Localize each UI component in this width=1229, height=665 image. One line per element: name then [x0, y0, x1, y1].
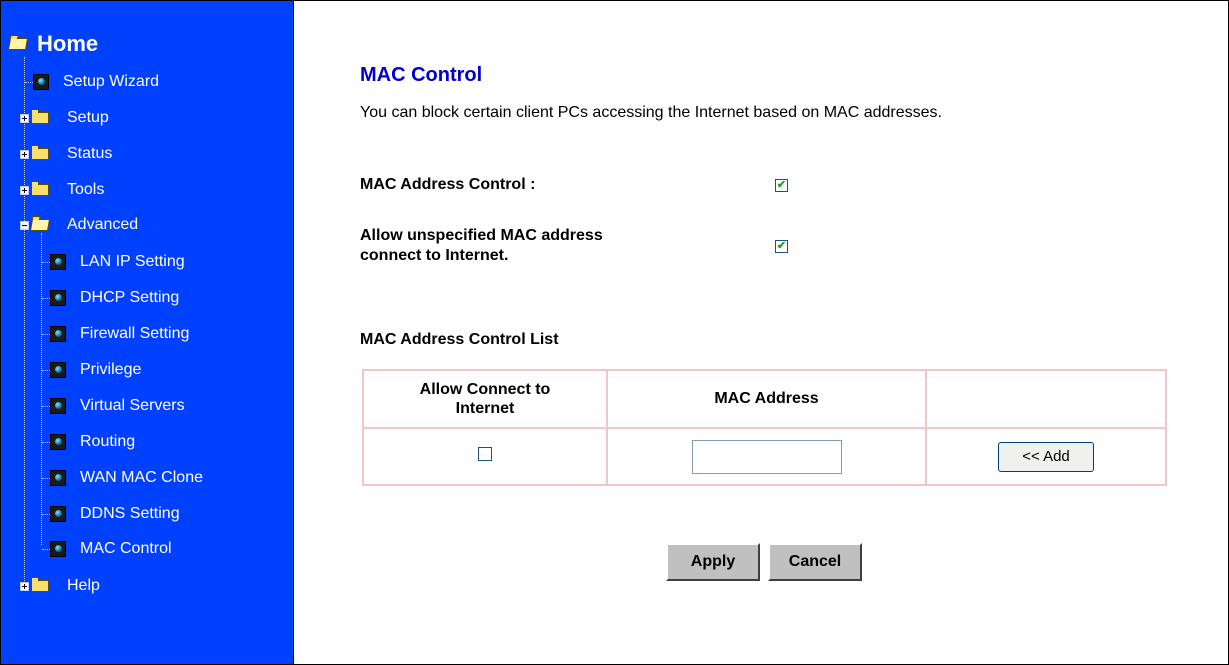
sidebar-item-mac-control[interactable]: MAC Control	[42, 538, 172, 560]
page-icon	[50, 506, 66, 522]
mac-control-table: Allow Connect to Internet MAC Address <<…	[362, 369, 1167, 486]
sidebar-item-firewall-setting[interactable]: Firewall Setting	[42, 323, 189, 345]
apply-button[interactable]: Apply	[666, 543, 760, 581]
sidebar-item-label: DHCP Setting	[80, 289, 180, 306]
sidebar-item-routing[interactable]: Routing	[42, 431, 135, 453]
header-allow-connect: Allow Connect to Internet	[362, 369, 608, 429]
header-action	[925, 369, 1167, 429]
mac-cell	[606, 427, 927, 486]
expand-plus-icon[interactable]	[20, 113, 29, 123]
checkmark-icon: ✔	[776, 240, 787, 252]
page-icon	[50, 541, 66, 557]
table-header-row: Allow Connect to Internet MAC Address	[362, 369, 1167, 429]
mac-address-control-checkbox[interactable]: ✔	[775, 179, 788, 192]
page-title: MAC Control	[360, 64, 483, 86]
collapse-minus-icon[interactable]	[20, 220, 29, 230]
tree-root-home[interactable]: Home	[7, 31, 99, 57]
page-icon	[50, 254, 66, 270]
mac-address-control-label: MAC Address Control :	[360, 176, 536, 193]
allow-unspecified-label-line1: Allow unspecified MAC address	[360, 227, 603, 244]
sidebar-item-label: Tools	[67, 181, 105, 198]
tree-connector	[42, 297, 50, 299]
expand-plus-icon[interactable]	[20, 185, 29, 195]
page-icon	[50, 362, 66, 378]
sidebar-item-lan-ip-setting[interactable]: LAN IP Setting	[42, 251, 185, 273]
tree-connector	[42, 333, 50, 335]
sidebar-item-label: Virtual Servers	[80, 397, 185, 414]
tree-connector	[42, 369, 50, 371]
sidebar-item-ddns-setting[interactable]: DDNS Setting	[42, 503, 180, 525]
header-allow-line2: Internet	[455, 400, 515, 417]
folder-icon	[31, 145, 49, 160]
sidebar-item-label: MAC Control	[80, 540, 172, 557]
root-label: Home	[37, 31, 99, 56]
add-cell: << Add	[925, 427, 1167, 486]
tree-connector	[25, 81, 33, 83]
sidebar-item-label: Firewall Setting	[80, 325, 190, 342]
sidebar-item-label: Advanced	[67, 216, 139, 233]
folder-icon	[31, 181, 49, 196]
allow-cell	[362, 427, 608, 486]
page-icon	[33, 74, 49, 90]
control-list-title: MAC Address Control List	[360, 331, 559, 348]
folder-icon	[31, 577, 49, 592]
tree-connector	[42, 441, 50, 443]
open-folder-icon	[7, 38, 29, 50]
cancel-button[interactable]: Cancel	[768, 543, 862, 581]
sidebar-item-label: Help	[67, 577, 100, 594]
tree-connector	[42, 405, 50, 407]
sidebar-item-dhcp-setting[interactable]: DHCP Setting	[42, 287, 179, 309]
page-icon	[50, 326, 66, 342]
allow-unspecified-label: Allow unspecified MAC address connect to…	[360, 226, 603, 266]
folder-icon	[31, 109, 49, 124]
checkmark-icon: ✔	[776, 179, 787, 191]
tree-line	[24, 57, 25, 589]
tree-connector	[42, 261, 50, 263]
tree-line	[41, 233, 42, 545]
mac-address-input[interactable]	[691, 439, 842, 474]
page-icon	[50, 290, 66, 306]
page-description: You can block certain client PCs accessi…	[360, 104, 942, 121]
sidebar-item-privilege[interactable]: Privilege	[42, 359, 141, 381]
open-folder-icon	[29, 219, 51, 231]
tree-connector	[42, 548, 50, 550]
expand-plus-icon[interactable]	[20, 149, 29, 159]
header-mac-address: MAC Address	[606, 369, 927, 429]
sidebar-item-virtual-servers[interactable]: Virtual Servers	[42, 395, 185, 417]
allow-unspecified-label-line2: connect to Internet.	[360, 247, 509, 264]
sidebar-nav: Home Setup Wizard Setup Status Tools Adv…	[1, 1, 294, 664]
allow-connect-checkbox[interactable]	[478, 447, 492, 461]
page-icon	[50, 398, 66, 414]
expand-plus-icon[interactable]	[20, 581, 29, 591]
sidebar-item-status[interactable]: Status	[20, 143, 112, 165]
page-icon	[50, 470, 66, 486]
sidebar-item-label: Privilege	[80, 361, 142, 378]
sidebar-item-wan-mac-clone[interactable]: WAN MAC Clone	[42, 467, 203, 489]
sidebar-item-label: Routing	[80, 433, 136, 450]
allow-unspecified-checkbox[interactable]: ✔	[775, 240, 788, 253]
sidebar-item-label: Status	[67, 145, 113, 162]
sidebar-item-advanced[interactable]: Advanced	[20, 214, 138, 236]
table-row: << Add	[362, 427, 1167, 486]
page-icon	[50, 434, 66, 450]
tree-connector	[42, 477, 50, 479]
sidebar-item-label: LAN IP Setting	[80, 253, 185, 270]
sidebar-item-label: WAN MAC Clone	[80, 469, 203, 486]
sidebar-item-tools[interactable]: Tools	[20, 179, 104, 201]
tree-connector	[42, 513, 50, 515]
sidebar-item-label: Setup Wizard	[63, 73, 160, 90]
sidebar-item-setup-wizard[interactable]: Setup Wizard	[25, 71, 159, 93]
sidebar-item-help[interactable]: Help	[20, 575, 100, 597]
add-button[interactable]: << Add	[998, 441, 1094, 472]
sidebar-item-label: Setup	[67, 109, 109, 126]
sidebar-item-setup[interactable]: Setup	[20, 107, 109, 129]
sidebar-item-label: DDNS Setting	[80, 505, 180, 522]
header-allow-line1: Allow Connect to	[419, 381, 551, 398]
